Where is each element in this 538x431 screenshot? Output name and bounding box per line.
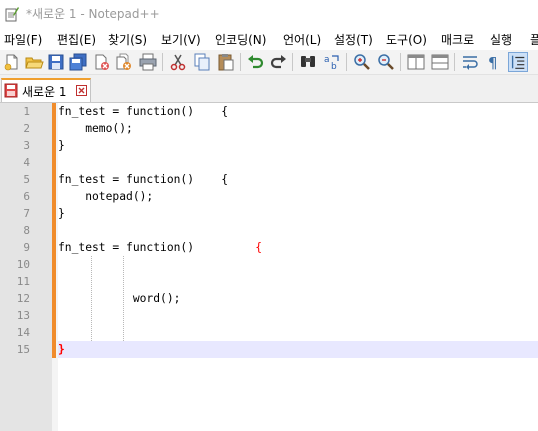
code-text: notepad(); xyxy=(58,190,154,203)
toolbar: ab ¶ xyxy=(0,50,538,75)
line-number: 15 xyxy=(16,343,30,356)
notepad-plus-plus-icon xyxy=(5,7,19,22)
line-number: 11 xyxy=(16,275,30,288)
code-line[interactable]: word(); xyxy=(58,290,181,307)
new-file-icon[interactable] xyxy=(2,52,22,72)
sync-horizontal-icon[interactable] xyxy=(430,52,450,72)
line-number: 6 xyxy=(23,190,30,203)
menu-search[interactable]: 찾기(S) xyxy=(108,31,147,48)
code-line[interactable]: fn_test = function() { xyxy=(58,103,228,120)
close-tab-icon[interactable] xyxy=(76,85,87,96)
code-text: } xyxy=(58,139,65,152)
line-number: 14 xyxy=(16,326,30,339)
menu-run[interactable]: 실행 xyxy=(490,31,512,48)
cut-icon[interactable] xyxy=(168,52,188,72)
indent-guide-icon[interactable] xyxy=(508,52,528,72)
code-text: } xyxy=(58,207,65,220)
toolbar-separator xyxy=(454,53,455,71)
open-file-icon[interactable] xyxy=(24,52,44,72)
redo-icon[interactable] xyxy=(268,52,288,72)
show-all-chars-icon[interactable]: ¶ xyxy=(484,52,504,72)
menu-file[interactable]: 파일(F) xyxy=(4,31,42,48)
toolbar-separator xyxy=(240,53,241,71)
code-text: memo(); xyxy=(58,122,133,135)
toolbar-separator xyxy=(346,53,347,71)
close-all-icon[interactable] xyxy=(114,52,134,72)
code-line[interactable]: } xyxy=(58,341,65,358)
line-number: 13 xyxy=(16,309,30,322)
line-number: 9 xyxy=(23,241,30,254)
menu-tools[interactable]: 도구(O) xyxy=(386,31,427,48)
sync-vertical-icon[interactable] xyxy=(406,52,426,72)
current-line-highlight xyxy=(58,341,538,358)
code-line[interactable]: } xyxy=(58,137,65,154)
code-line[interactable]: fn_test = function() { xyxy=(58,239,262,256)
code-text: fn_test = function() xyxy=(58,241,256,254)
copy-icon[interactable] xyxy=(192,52,212,72)
tab-label: 새로운 1 xyxy=(22,85,67,99)
word-wrap-icon[interactable] xyxy=(460,52,480,72)
tab-document[interactable]: 새로운 1 xyxy=(1,78,91,102)
toolbar-separator xyxy=(400,53,401,71)
title-bar: *새로운 1 - Notepad++ xyxy=(0,0,538,28)
line-number: 10 xyxy=(16,258,30,271)
code-line[interactable]: fn_test = function() { xyxy=(58,171,228,188)
code-line[interactable]: } xyxy=(58,205,65,222)
svg-text:b: b xyxy=(331,62,337,72)
code-line[interactable]: notepad(); xyxy=(58,188,153,205)
code-text: fn_test = function() { xyxy=(58,105,229,118)
svg-text:¶: ¶ xyxy=(488,54,498,72)
matching-brace-close: } xyxy=(58,343,65,356)
line-number: 1 xyxy=(23,105,30,118)
undo-icon[interactable] xyxy=(246,52,266,72)
matching-brace-open: { xyxy=(255,241,263,254)
menu-edit[interactable]: 편집(E) xyxy=(57,31,96,48)
zoom-out-icon[interactable] xyxy=(376,52,396,72)
print-icon[interactable] xyxy=(138,52,158,72)
unsaved-file-icon xyxy=(4,83,18,98)
menu-language[interactable]: 언어(L) xyxy=(283,31,321,48)
zoom-in-icon[interactable] xyxy=(352,52,372,72)
line-number: 3 xyxy=(23,139,30,152)
close-icon[interactable] xyxy=(92,52,112,72)
code-text: fn_test = function() { xyxy=(58,173,229,186)
line-number: 4 xyxy=(23,156,30,169)
find-icon[interactable] xyxy=(298,52,318,72)
code-line[interactable]: memo(); xyxy=(58,120,133,137)
menu-macro[interactable]: 매크로 xyxy=(441,31,474,48)
toolbar-separator xyxy=(292,53,293,71)
line-number: 2 xyxy=(23,122,30,135)
menu-encoding[interactable]: 인코딩(N) xyxy=(215,31,266,48)
menu-view[interactable]: 보기(V) xyxy=(161,31,201,48)
menu-settings[interactable]: 설정(T) xyxy=(334,31,373,48)
toolbar-separator xyxy=(162,53,163,71)
editor-area[interactable]: 1 2 3 4 5 6 7 8 9 10 11 12 13 14 15 fn_t… xyxy=(0,103,538,431)
save-all-icon[interactable] xyxy=(68,52,88,72)
change-history-marker xyxy=(52,103,56,358)
menu-plugins[interactable]: 플 xyxy=(530,31,538,48)
line-number: 8 xyxy=(23,224,30,237)
svg-text:a: a xyxy=(324,55,330,65)
window-title: *새로운 1 - Notepad++ xyxy=(26,7,160,21)
replace-icon[interactable]: ab xyxy=(322,52,342,72)
tab-bar: 새로운 1 xyxy=(0,75,538,103)
code-text: word(); xyxy=(58,292,181,305)
paste-icon[interactable] xyxy=(216,52,236,72)
line-number: 7 xyxy=(23,207,30,220)
line-number: 5 xyxy=(23,173,30,186)
save-icon[interactable] xyxy=(46,52,66,72)
line-number: 12 xyxy=(16,292,30,305)
menu-bar: 파일(F) 편집(E) 찾기(S) 보기(V) 인코딩(N) 언어(L) 설정(… xyxy=(0,28,538,50)
